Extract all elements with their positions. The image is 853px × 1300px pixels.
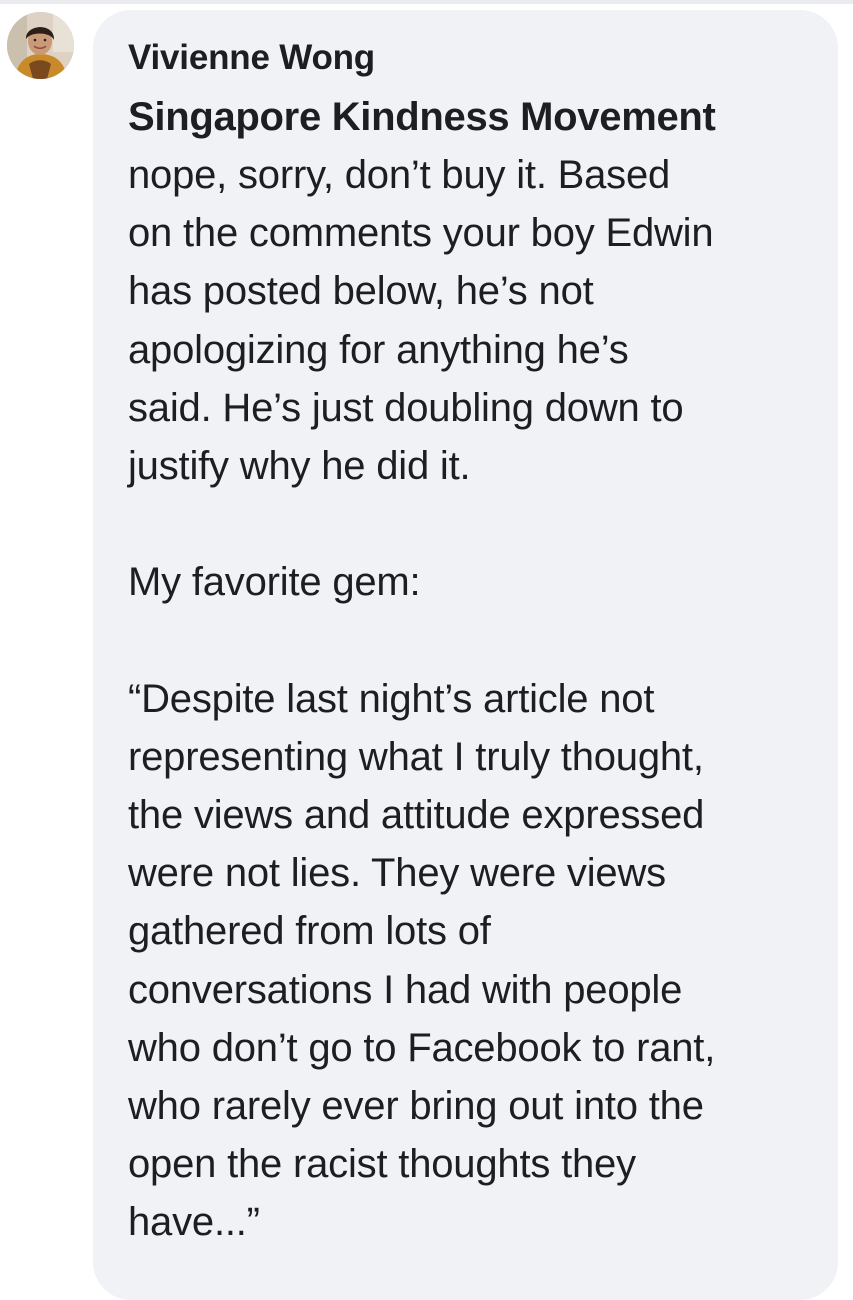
comment-text-line: open the racist thoughts they bbox=[128, 1142, 636, 1187]
comment-text-line: gathered from lots of bbox=[128, 909, 491, 954]
comment-text-line: on the comments your boy Edwin bbox=[128, 211, 714, 256]
comment-text-line: conversations I had with people bbox=[128, 967, 683, 1012]
comment-text-line: justify why he did it. bbox=[128, 443, 471, 488]
comment-paragraph-3: “Despite last night’s article not repres… bbox=[128, 670, 810, 1252]
comment-text-line: has posted below, he’s not bbox=[128, 269, 594, 314]
profile-photo-icon bbox=[7, 12, 74, 79]
top-divider bbox=[0, 0, 853, 4]
comment-paragraph-2: My favorite gem: bbox=[128, 553, 810, 611]
comment-author-name[interactable]: Vivienne Wong bbox=[128, 36, 810, 80]
comment-text-line: the views and attitude expressed bbox=[128, 793, 705, 838]
comment-text-line: who don’t go to Facebook to rant, bbox=[128, 1025, 716, 1070]
comment-text-line: “Despite last night’s article not bbox=[128, 676, 655, 721]
avatar[interactable] bbox=[7, 12, 74, 79]
comment-text-line: representing what I truly thought, bbox=[128, 734, 704, 779]
comment-paragraph-1: nope, sorry, don’t buy it. Based on the … bbox=[128, 146, 810, 495]
comment-bubble: Vivienne Wong Singapore Kindness Movemen… bbox=[93, 10, 838, 1300]
comment-text-line: have...” bbox=[128, 1200, 260, 1245]
comment-text-line: nope, sorry, don’t buy it. Based bbox=[128, 153, 671, 197]
comment-text-line: apologizing for anything he’s bbox=[128, 327, 629, 372]
comment-text-line: who rarely ever bring out into the bbox=[128, 1084, 704, 1128]
comment-text-line: were not lies. They were views bbox=[128, 851, 666, 896]
comment-text-line: said. He’s just doubling down to bbox=[128, 385, 684, 430]
comment-text-line: My favorite gem: bbox=[128, 560, 421, 605]
tagged-page-link[interactable]: Singapore Kindness Movement bbox=[128, 88, 810, 146]
